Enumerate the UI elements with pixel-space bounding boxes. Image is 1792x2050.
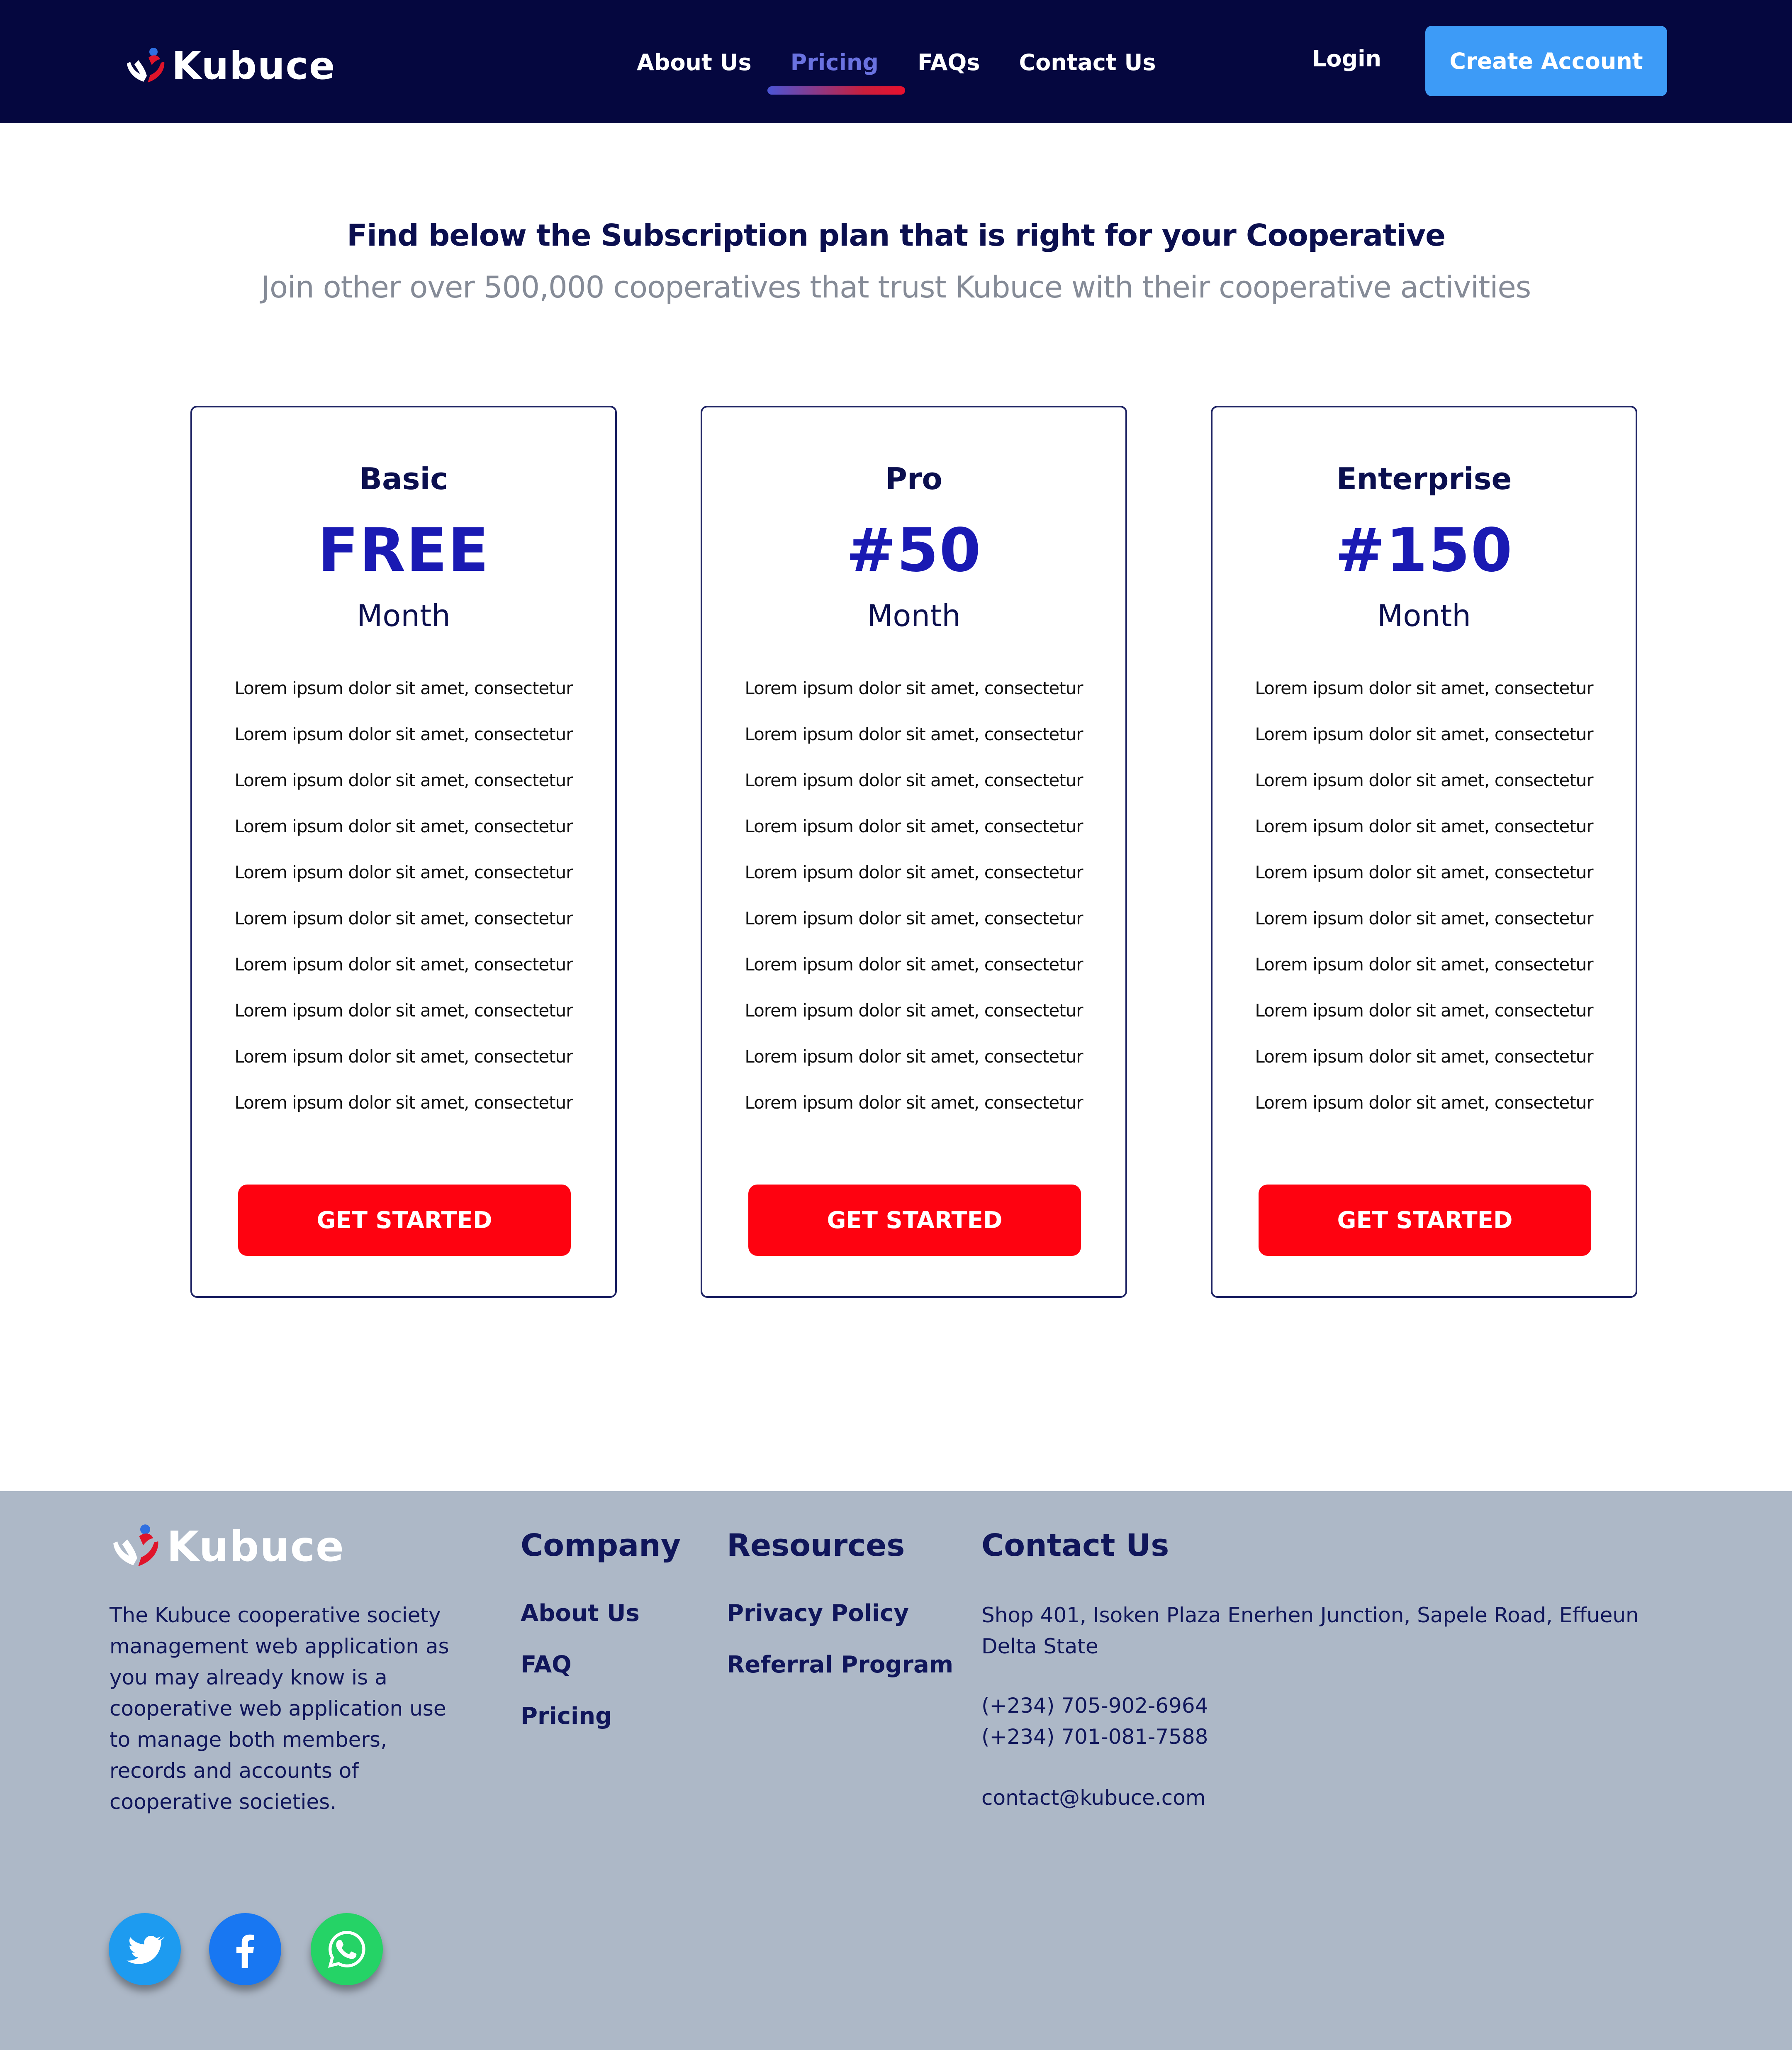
plan-feature: Lorem ipsum dolor sit amet, consectetur: [1255, 724, 1593, 744]
nav-pricing[interactable]: Pricing: [767, 49, 906, 95]
create-account-button[interactable]: Create Account: [1425, 26, 1667, 96]
footer-brand-name: Kubuce: [167, 1522, 345, 1571]
twitter-bird-glyph: [127, 1935, 165, 1964]
plan-feature: Lorem ipsum dolor sit amet, consectetur: [745, 770, 1083, 790]
plan-feature: Lorem ipsum dolor sit amet, consectetur: [1255, 770, 1593, 790]
plan-feature: Lorem ipsum dolor sit amet, consectetur: [1255, 816, 1593, 836]
plan-feature: Lorem ipsum dolor sit amet, consectetur: [234, 954, 573, 975]
plan-feature: Lorem ipsum dolor sit amet, consectetur: [1255, 1000, 1593, 1021]
plan-feature: Lorem ipsum dolor sit amet, consectetur: [234, 724, 573, 744]
main-nav: About Us Pricing FAQs Contact Us: [637, 46, 1195, 95]
plan-feature: Lorem ipsum dolor sit amet, consectetur: [745, 862, 1083, 882]
footer-link-referral-program[interactable]: Referral Program: [727, 1651, 953, 1678]
footer-link-about-us[interactable]: About Us: [521, 1600, 640, 1627]
nav-about-us[interactable]: About Us: [637, 49, 752, 76]
plan-feature: Lorem ipsum dolor sit amet, consectetur: [1255, 1092, 1593, 1113]
footer-link-faq[interactable]: FAQ: [521, 1651, 572, 1678]
plan-name: Pro: [885, 461, 942, 496]
plan-period: Month: [867, 598, 961, 633]
footer-phone: (+234) 705-902-6964: [981, 1694, 1208, 1718]
footer-link-pricing[interactable]: Pricing: [521, 1703, 612, 1730]
plan-card-basic: Basic FREE Month Lorem ipsum dolor sit a…: [190, 406, 617, 1298]
plan-card-enterprise: Enterprise #150 Month Lorem ipsum dolor …: [1211, 406, 1637, 1298]
plan-price: #50: [846, 515, 982, 585]
plan-feature: Lorem ipsum dolor sit amet, consectetur: [1255, 908, 1593, 929]
footer-about-text: The Kubuce cooperative society managemen…: [110, 1603, 449, 1814]
plan-feature: Lorem ipsum dolor sit amet, consectetur: [234, 1092, 573, 1113]
plan-feature: Lorem ipsum dolor sit amet, consectetur: [234, 862, 573, 882]
plan-feature: Lorem ipsum dolor sit amet, consectetur: [745, 678, 1083, 698]
plan-features: Lorem ipsum dolor sit amet, consectetur …: [1213, 678, 1636, 1138]
nav-contact-us[interactable]: Contact Us: [1019, 49, 1156, 76]
plan-feature: Lorem ipsum dolor sit amet, consectetur: [1255, 1046, 1593, 1067]
footer-phone: (+234) 701-081-7588: [981, 1725, 1208, 1749]
logo-hands-icon: [127, 47, 165, 83]
twitter-icon[interactable]: [109, 1913, 181, 1985]
footer-brand-logo[interactable]: Kubuce: [109, 1521, 345, 1571]
logo-hands-icon: [113, 1524, 158, 1566]
top-navbar: Kubuce About Us Pricing FAQs Contact Us …: [0, 0, 1792, 123]
plan-feature: Lorem ipsum dolor sit amet, consectetur: [745, 1092, 1083, 1113]
plan-card-pro: Pro #50 Month Lorem ipsum dolor sit amet…: [701, 406, 1127, 1298]
plan-feature: Lorem ipsum dolor sit amet, consectetur: [745, 908, 1083, 929]
brand-name: Kubuce: [172, 44, 336, 88]
footer-address: Shop 401, Isoken Plaza Enerhen Junction,…: [981, 1603, 1639, 1658]
plan-name: Enterprise: [1336, 461, 1512, 496]
plan-period: Month: [357, 598, 450, 633]
page-subtitle: Join other over 500,000 cooperatives tha…: [261, 270, 1531, 305]
plan-feature: Lorem ipsum dolor sit amet, consectetur: [1255, 954, 1593, 975]
whatsapp-icon[interactable]: [311, 1913, 383, 1985]
plan-period: Month: [1377, 598, 1471, 633]
footer-heading-contact: Contact Us: [981, 1528, 1169, 1563]
facebook-icon[interactable]: [209, 1913, 281, 1985]
get-started-button-pro[interactable]: GET STARTED: [748, 1185, 1081, 1256]
plan-feature: Lorem ipsum dolor sit amet, consectetur: [1255, 678, 1593, 698]
nav-faqs[interactable]: FAQs: [918, 49, 980, 76]
plan-price: #150: [1335, 515, 1513, 585]
plan-features: Lorem ipsum dolor sit amet, consectetur …: [702, 678, 1125, 1138]
plan-feature: Lorem ipsum dolor sit amet, consectetur: [234, 1000, 573, 1021]
plan-feature: Lorem ipsum dolor sit amet, consectetur: [234, 678, 573, 698]
footer-email-link[interactable]: contact@kubuce.com: [981, 1782, 1206, 1814]
plan-feature: Lorem ipsum dolor sit amet, consectetur: [234, 816, 573, 836]
plan-feature: Lorem ipsum dolor sit amet, consectetur: [234, 1046, 573, 1067]
footer-link-privacy-policy[interactable]: Privacy Policy: [727, 1600, 909, 1627]
plan-features: Lorem ipsum dolor sit amet, consectetur …: [192, 678, 615, 1138]
login-link[interactable]: Login: [1312, 46, 1381, 72]
plan-feature: Lorem ipsum dolor sit amet, consectetur: [234, 770, 573, 790]
footer-heading-company: Company: [521, 1528, 681, 1563]
page-title: Find below the Subscription plan that is…: [347, 218, 1446, 253]
facebook-f-glyph: [236, 1934, 254, 1968]
plan-price: FREE: [318, 515, 489, 585]
plan-name: Basic: [359, 461, 448, 496]
plan-feature: Lorem ipsum dolor sit amet, consectetur: [1255, 862, 1593, 882]
get-started-button-enterprise[interactable]: GET STARTED: [1259, 1185, 1591, 1256]
whatsapp-phone-glyph: [328, 1931, 365, 1968]
brand-logo[interactable]: Kubuce: [124, 44, 336, 88]
plan-feature: Lorem ipsum dolor sit amet, consectetur: [234, 908, 573, 929]
plan-feature: Lorem ipsum dolor sit amet, consectetur: [745, 1000, 1083, 1021]
plan-feature: Lorem ipsum dolor sit amet, consectetur: [745, 954, 1083, 975]
get-started-button-basic[interactable]: GET STARTED: [238, 1185, 571, 1256]
plan-feature: Lorem ipsum dolor sit amet, consectetur: [745, 724, 1083, 744]
plan-feature: Lorem ipsum dolor sit amet, consectetur: [745, 816, 1083, 836]
plan-feature: Lorem ipsum dolor sit amet, consectetur: [745, 1046, 1083, 1067]
footer-heading-resources: Resources: [727, 1528, 905, 1563]
